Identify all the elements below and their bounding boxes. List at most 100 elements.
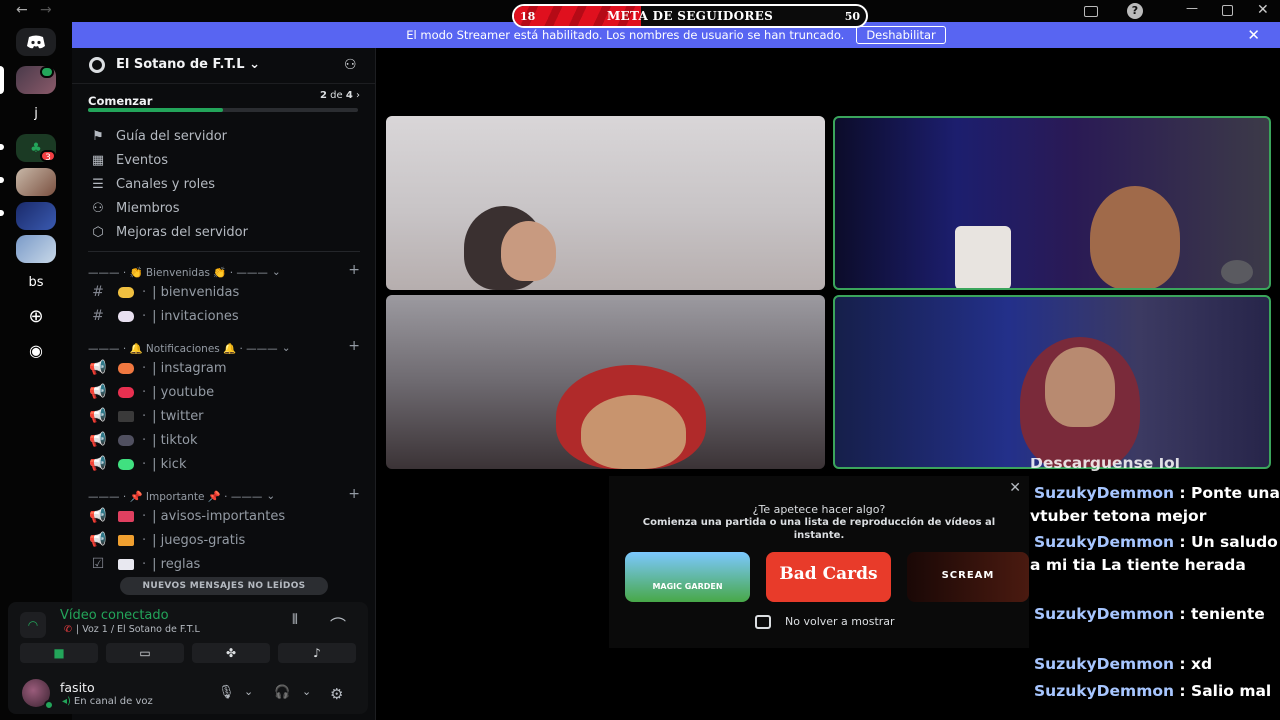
maximize-icon[interactable] xyxy=(1222,5,1233,16)
server-icon-blue[interactable] xyxy=(16,202,56,230)
onboarding-progress[interactable]: Comenzar 2 de 4 › xyxy=(88,90,360,112)
new-unread-messages-pill[interactable]: NUEVOS MENSAJES NO LEÍDOS xyxy=(120,577,328,595)
add-channel-icon[interactable]: + xyxy=(348,486,360,502)
chat-message: SuzukyDemmon : Ponte una vtuber tetona m… xyxy=(1030,484,1280,525)
tiktok-emoji-icon xyxy=(118,434,134,446)
inbox-icon[interactable] xyxy=(1084,6,1098,17)
chat-message: SuzukyDemmon : xd xyxy=(1034,655,1213,673)
book-emoji-icon xyxy=(118,558,134,570)
youtube-emoji-icon xyxy=(118,386,134,398)
onboarding-title: Comenzar xyxy=(88,94,153,108)
noise-suppression-icon[interactable]: ⫴ xyxy=(292,612,298,628)
soundboard-button[interactable]: ♪ xyxy=(278,643,356,663)
server-item-j[interactable]: j xyxy=(16,100,56,126)
close-icon[interactable]: ✕ xyxy=(1009,480,1021,496)
rules-icon: ☑ xyxy=(91,556,105,572)
invite-people-icon[interactable]: ⚇ xyxy=(344,57,357,73)
boost-icon: ⬡ xyxy=(92,224,104,240)
help-icon[interactable]: ? xyxy=(1127,3,1143,19)
gift-emoji-icon xyxy=(118,534,134,546)
signpost-icon: ⚑ xyxy=(92,128,104,144)
menu-channels-roles[interactable]: ☰ Canales y roles xyxy=(88,173,360,195)
disconnect-icon[interactable]: ⌒ xyxy=(330,612,346,636)
connection-signal-icon[interactable]: ◠ xyxy=(20,612,46,638)
server-header[interactable]: El Sotano de F.T.L ⌄ ⚇ xyxy=(72,48,376,84)
megaphone-icon: 📢 xyxy=(89,456,107,472)
back-arrow-icon[interactable]: ← xyxy=(16,2,28,18)
follower-goal-overlay: META DE SEGUIDORES 18 50 xyxy=(512,4,868,28)
discord-home-icon[interactable] xyxy=(16,28,56,56)
menu-members[interactable]: ⚇ Miembros xyxy=(88,197,360,219)
video-tile[interactable] xyxy=(386,295,825,469)
close-window-icon[interactable]: ✕ xyxy=(1257,2,1269,18)
chevron-down-icon[interactable]: ⌄ xyxy=(302,685,311,698)
game-card-scream[interactable]: SCREAM xyxy=(907,552,1029,602)
envelope-emoji-icon xyxy=(118,310,134,322)
disable-streamer-button[interactable]: Deshabilitar xyxy=(856,26,946,44)
voice-status[interactable]: Vídeo conectado xyxy=(60,608,169,623)
user-status: ◂) En canal de voz xyxy=(62,696,153,707)
game-card-magic-garden[interactable]: MAGIC GARDEN xyxy=(625,552,750,602)
divider xyxy=(88,251,360,252)
menu-events[interactable]: ▦ Eventos xyxy=(88,149,360,171)
add-server-icon[interactable]: ⊕ xyxy=(16,302,56,330)
channel-youtube[interactable]: 📢 · | youtube xyxy=(88,381,360,403)
menu-server-guide[interactable]: ⚑ Guía del servidor xyxy=(88,125,360,147)
chat-username: SuzukyDemmon xyxy=(1034,533,1175,551)
game-card-bad-cards[interactable]: Bad Cards xyxy=(766,552,891,602)
server-icon-photo[interactable] xyxy=(16,168,56,196)
channel-tiktok[interactable]: 📢 · | tiktok xyxy=(88,429,360,451)
channel-bienvenidas[interactable]: # · | bienvenidas xyxy=(88,281,360,303)
video-tile[interactable] xyxy=(833,295,1271,469)
gear-icon[interactable]: ⚙ xyxy=(330,685,343,703)
microphone-icon[interactable]: 🎙 xyxy=(218,685,235,700)
megaphone-icon: 📢 xyxy=(89,384,107,400)
channel-juegos-gratis[interactable]: 📢 · | juegos-gratis xyxy=(88,529,360,551)
minimize-icon[interactable]: — xyxy=(1186,1,1198,15)
menu-server-boost[interactable]: ⬡ Mejoras del servidor xyxy=(88,221,360,243)
chat-clipped-line: Descarguense lol xyxy=(1030,458,1180,472)
server-icon-football[interactable] xyxy=(16,235,56,263)
activity-suggestion-popup: ✕ ¿Te apetece hacer algo? Comienza una p… xyxy=(609,476,1029,648)
close-icon[interactable]: ✕ xyxy=(1247,26,1260,44)
server-item-bs[interactable]: bs xyxy=(16,269,56,295)
dont-show-again-checkbox[interactable] xyxy=(755,615,771,629)
chat-message: SuzukyDemmon : teniente xyxy=(1034,605,1265,623)
username[interactable]: fasito xyxy=(60,680,95,695)
screen-share-button[interactable]: ▭ xyxy=(106,643,184,663)
add-channel-icon[interactable]: + xyxy=(348,338,360,354)
channel-invitaciones[interactable]: # · | invitaciones xyxy=(88,305,360,327)
channel-twitter[interactable]: 📢 · | twitter xyxy=(88,405,360,427)
video-tile[interactable] xyxy=(833,116,1271,290)
channel-reglas[interactable]: ☑ · | reglas xyxy=(88,553,360,575)
camera-button[interactable]: ■ xyxy=(20,643,98,663)
megaphone-icon: 📢 xyxy=(89,432,107,448)
unread-indicator xyxy=(0,177,4,183)
chat-username: SuzukyDemmon xyxy=(1034,655,1175,673)
category-bienvenidas[interactable]: ——— · 👏 Bienvenidas 👏 · ——— ⌄ + xyxy=(88,262,360,280)
channel-kick[interactable]: 📢 · | kick xyxy=(88,453,360,475)
megaphone-icon: 📢 xyxy=(89,360,107,376)
video-tile[interactable] xyxy=(386,116,825,290)
add-channel-icon[interactable]: + xyxy=(348,262,360,278)
headphones-icon[interactable]: 🎧 xyxy=(274,685,290,700)
activity-button[interactable]: ✤ xyxy=(192,643,270,663)
list-icon: ☰ xyxy=(92,176,104,192)
category-notificaciones[interactable]: ——— · 🔔 Notificaciones 🔔 · ——— ⌄ + xyxy=(88,338,360,356)
channel-instagram[interactable]: 📢 · | instagram xyxy=(88,357,360,379)
loudspeaker-emoji-icon xyxy=(118,510,134,522)
channel-avisos-importantes[interactable]: 📢 · | avisos-importantes xyxy=(88,505,360,527)
server-settings-icon xyxy=(89,57,105,73)
forward-arrow-icon[interactable]: → xyxy=(40,2,52,18)
live-badge xyxy=(40,66,54,78)
onboarding-count: 2 de 4 › xyxy=(320,90,360,101)
chevron-down-icon[interactable]: ⌄ xyxy=(244,685,253,698)
mention-badge: 3 xyxy=(40,150,56,163)
voice-channel-name[interactable]: ✆ | Voz 1 / El Sotano de F.T.L xyxy=(64,624,200,635)
kick-emoji-icon xyxy=(118,458,134,470)
chat-message: SuzukyDemmon : Un saludo a mi tia La tie… xyxy=(1030,533,1278,574)
discover-icon[interactable]: ◉ xyxy=(16,336,56,364)
category-importante[interactable]: ——— · 📌 Importante 📌 · ——— ⌄ + xyxy=(88,486,360,504)
hash-icon: # xyxy=(92,284,104,300)
megaphone-icon: 📢 xyxy=(89,532,107,548)
